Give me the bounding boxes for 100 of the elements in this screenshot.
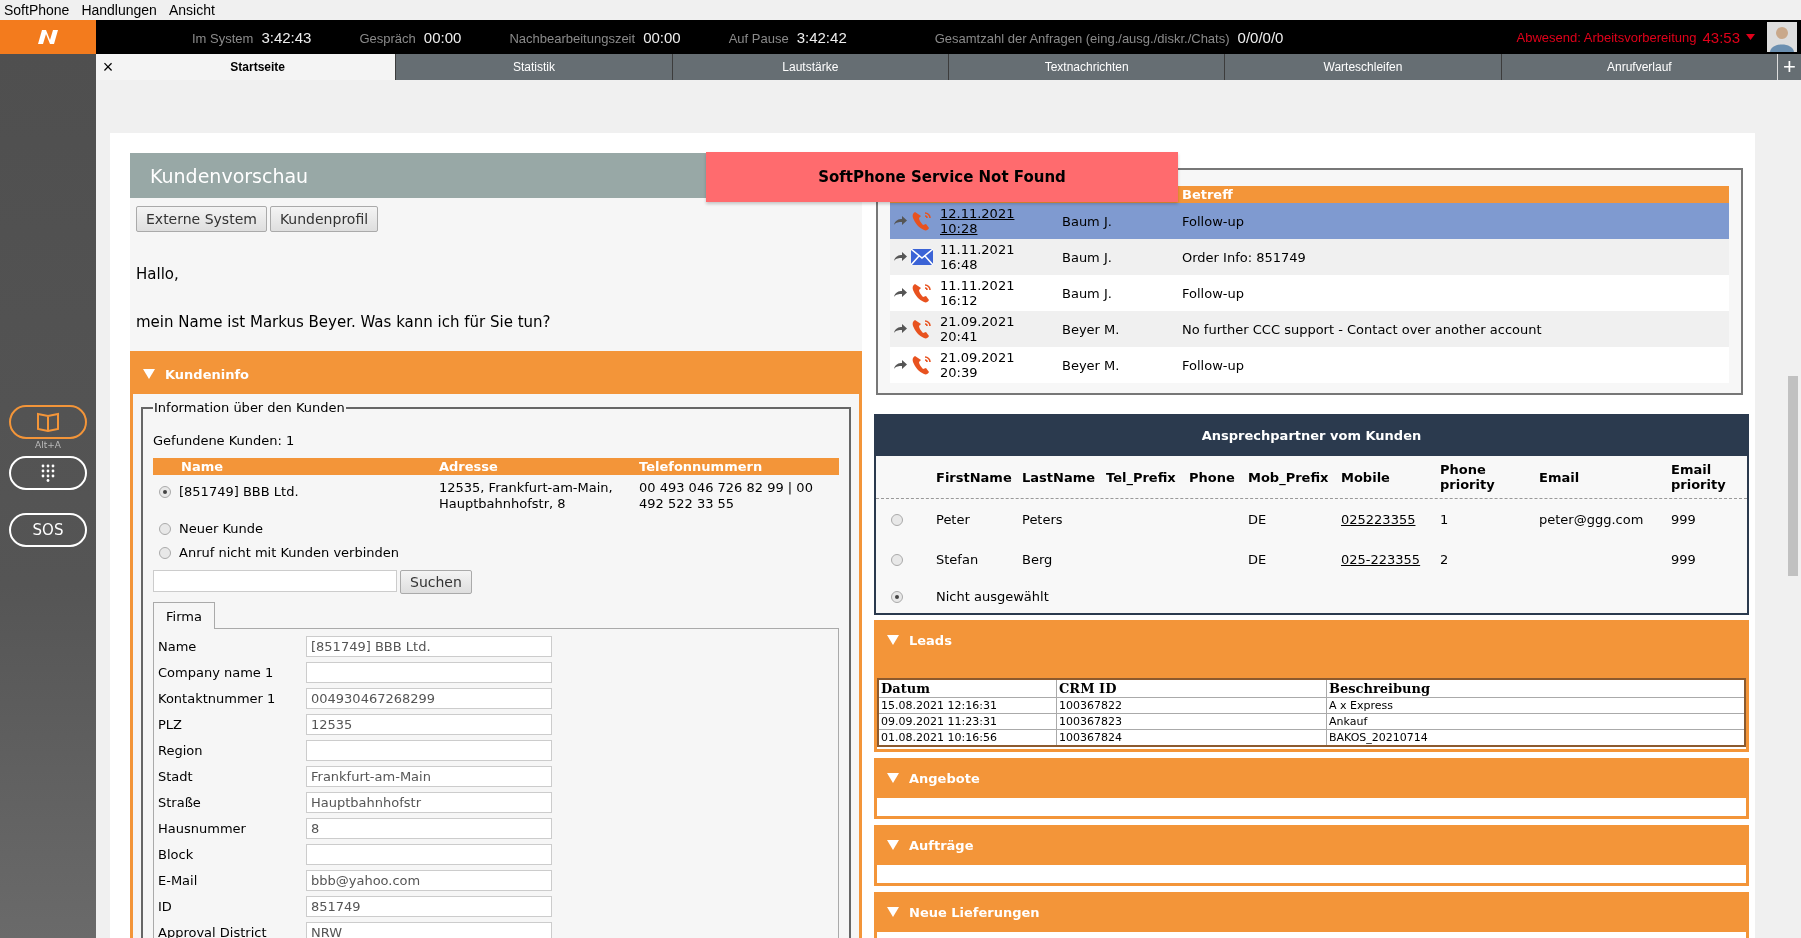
date-text: 11.11.2021	[940, 278, 1016, 293]
phone-icon	[911, 210, 933, 232]
menu-item[interactable]: Ansicht	[168, 2, 215, 18]
column-header: Name	[180, 458, 224, 475]
mobile-link[interactable]: 025223355	[1341, 511, 1440, 527]
contacts-header: Ansprechpartner vom Kunden	[876, 414, 1747, 456]
input-field[interactable]: 12535	[306, 713, 552, 735]
agent-text: Beyer M.	[1062, 357, 1121, 373]
time-text: 20:41	[940, 329, 979, 344]
input-field[interactable]: Hauptbahnhofstr	[306, 791, 552, 813]
input-field[interactable]: NRW	[306, 921, 552, 938]
field-label: Kontaktnummer 1	[158, 690, 277, 706]
tab[interactable]: Startseite	[120, 54, 396, 80]
option-label: Neuer Kunde	[179, 521, 264, 536]
field-label: Company name 1	[158, 664, 275, 680]
date-text: 21.09.2021	[940, 350, 1016, 365]
caret-icon	[1746, 34, 1755, 40]
column-header: CRM ID	[1057, 680, 1327, 697]
radio-button[interactable]	[159, 486, 171, 498]
column-header: Phone	[1189, 469, 1236, 485]
table-cell-text: Ankauf	[1328, 714, 1369, 729]
tab[interactable]: Warteschleifen	[1224, 54, 1501, 80]
status-label: Auf Pause	[728, 30, 789, 46]
time-text: 16:12	[940, 293, 979, 308]
dialpad-button[interactable]	[9, 456, 87, 490]
triangle-icon	[887, 840, 899, 850]
column-header: LastName	[1022, 469, 1097, 485]
close-tab-button[interactable]: ×	[96, 54, 120, 80]
field-label: Stadt	[158, 768, 194, 784]
toolbar-button[interactable]: Kundenprofil	[269, 206, 379, 232]
column-header: Email	[1539, 469, 1581, 485]
field-label: Straße	[158, 794, 202, 810]
table-cell-text: 00 493 046 726 82 99 | 00 492 522 33 55	[639, 480, 814, 512]
triangle-icon	[887, 635, 899, 645]
search-button[interactable]: Suchen	[400, 570, 472, 594]
table-cell: 01.08.2021 10:16:56	[879, 730, 1057, 745]
menu-item[interactable]: SoftPhone	[4, 2, 70, 18]
toolbar-button[interactable]: Externe System	[136, 206, 267, 232]
status-label: Gespräch	[359, 30, 416, 46]
add-tab-button[interactable]: +	[1776, 54, 1801, 80]
tab[interactable]: Firma	[153, 602, 215, 629]
field-label: Name	[158, 638, 198, 654]
input-field[interactable]: 004930467268299	[306, 687, 552, 709]
input-field[interactable]	[306, 739, 552, 761]
input-field[interactable]	[306, 661, 552, 683]
status-value: 00:00	[643, 28, 681, 46]
sos-button[interactable]: SOS	[9, 513, 87, 547]
input-field[interactable]	[306, 843, 552, 865]
status-label: Nachbearbeitungszeit	[509, 30, 636, 46]
status-label: Gesamtzahl der Anfragen (eing./ausg./diskr./Chats)	[934, 30, 1230, 46]
radio-button[interactable]	[891, 554, 903, 566]
history-row[interactable]: 11.11.2021 16:48 Baum J. Order Info: 851749	[890, 239, 1729, 275]
tab[interactable]: Textnachrichten	[948, 54, 1225, 80]
status-label: Im System	[192, 30, 254, 46]
envelope-icon	[911, 249, 933, 265]
input-field[interactable]: 8	[306, 817, 552, 839]
search-field[interactable]	[153, 570, 397, 592]
input-field[interactable]: [851749] BBB Ltd.	[306, 635, 552, 657]
column-header: FirstName	[936, 469, 1013, 485]
error-banner: SoftPhone Service Not Found	[706, 152, 1178, 202]
history-row[interactable]: 21.09.2021 20:39 Beyer M. Follow-up	[890, 347, 1729, 383]
history-row[interactable]: 12.11.2021 10:28 Baum J. Follow-up	[890, 203, 1729, 239]
book-icon	[37, 412, 59, 432]
table-cell: 15.08.2021 12:16:31	[879, 698, 1057, 713]
table-cell-text: Berg	[1022, 551, 1054, 567]
history-row[interactable]: 21.09.2021 20:41 Beyer M. No further CCC support - Contact over another account	[890, 311, 1729, 347]
book-button[interactable]	[9, 405, 87, 439]
radio-button[interactable]	[159, 523, 171, 535]
phone-icon	[911, 282, 933, 304]
radio-button[interactable]	[891, 591, 903, 603]
input-field[interactable]: bbb@yahoo.com	[306, 869, 552, 891]
triangle-icon	[887, 907, 899, 917]
triangle-icon	[887, 773, 899, 783]
table-cell: 09.09.2021 11:23:31	[879, 714, 1057, 729]
forward-arrow-icon	[893, 252, 907, 262]
tab[interactable]: Anrufverlauf	[1500, 54, 1777, 80]
tab[interactable]: Lautstärke	[671, 54, 948, 80]
menu-item[interactable]: Handlungen	[81, 2, 157, 18]
table-cell-text: peter@ggg.com	[1539, 511, 1645, 527]
history-row[interactable]: 11.11.2021 16:12 Baum J. Follow-up	[890, 275, 1729, 311]
table-cell: 100367824	[1057, 730, 1327, 745]
column-header: Phone priority	[1440, 462, 1496, 492]
radio-button[interactable]	[159, 547, 171, 559]
avatar-silhouette[interactable]	[1767, 22, 1797, 52]
status-value: 00:00	[423, 28, 462, 46]
input-field[interactable]: Frankfurt-am-Main	[306, 765, 552, 787]
found-count: Gefundene Kunden: 1	[153, 432, 296, 450]
radio-button[interactable]	[891, 514, 903, 526]
table-cell-text: 1	[1440, 511, 1450, 527]
mobile-link[interactable]: 025-223355	[1341, 551, 1440, 567]
field-label: Hausnummer	[158, 820, 247, 836]
field-label: Block	[158, 846, 195, 862]
forward-arrow-icon	[893, 360, 907, 370]
field-label: ID	[158, 898, 173, 914]
agent-text: Baum J.	[1062, 285, 1113, 301]
tab[interactable]: Statistik	[395, 54, 672, 80]
phone-icon	[911, 318, 933, 340]
option-label: Nicht ausgewählt	[936, 588, 1050, 604]
away-status-dropdown[interactable]: Abwesend: Arbeitsvorbereitung 43:53	[1516, 28, 1755, 46]
input-field[interactable]: 851749	[306, 895, 552, 917]
